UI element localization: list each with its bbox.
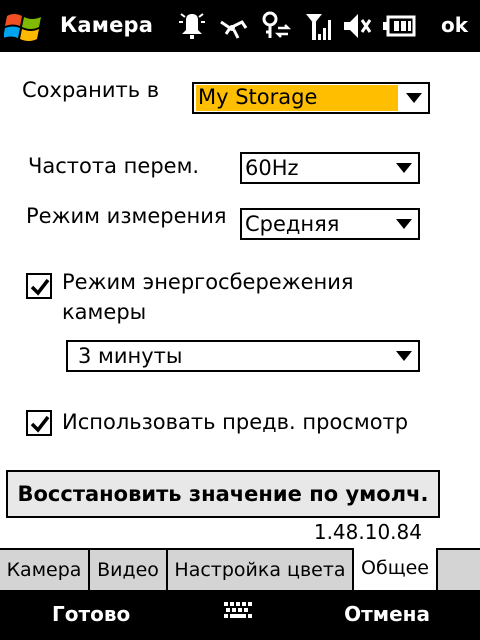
app-title: Камера — [60, 13, 154, 37]
preview-checkbox[interactable] — [26, 410, 52, 436]
chevron-down-icon — [396, 351, 412, 361]
tab-color-settings[interactable]: Настройка цвета — [168, 550, 354, 590]
power-save-label-line1: Режим энергосбережения — [62, 270, 354, 294]
power-save-timeout-value: 3 минуты — [78, 344, 183, 368]
flicker-label: Частота перем. — [28, 154, 200, 178]
title-bar: Камера ok — [0, 0, 480, 52]
ok-button[interactable]: ok — [441, 13, 468, 37]
preview-label: Использовать предв. просмотр — [62, 410, 409, 434]
chevron-down-icon — [396, 219, 412, 229]
save-to-value: My Storage — [196, 85, 398, 111]
power-save-timeout-dropdown[interactable]: 3 минуты — [66, 340, 420, 372]
checkmark-icon — [30, 278, 50, 296]
tab-video[interactable]: Видео — [90, 550, 168, 590]
battery-icon[interactable] — [382, 8, 418, 44]
sync-icon[interactable] — [260, 8, 292, 44]
metering-value: Средняя — [245, 212, 340, 236]
softkey-bar: Готово Отмена — [0, 590, 480, 640]
power-save-label-line2: камеры — [62, 300, 147, 324]
chevron-down-icon — [406, 93, 422, 103]
volume-icon[interactable] — [342, 8, 372, 44]
flicker-value: 60Hz — [245, 156, 299, 180]
notification-icon[interactable] — [178, 8, 206, 44]
chevron-down-icon — [396, 163, 412, 173]
metering-label: Режим измерения — [26, 204, 227, 228]
checkmark-icon — [30, 415, 50, 433]
signal-icon[interactable] — [304, 8, 334, 44]
reset-defaults-button[interactable]: Восстановить значение по умолч. — [6, 470, 440, 518]
cancel-button[interactable]: Отмена — [344, 602, 430, 626]
save-to-label: Сохранить в — [22, 78, 160, 102]
version-text: 1.48.10.84 — [313, 520, 422, 544]
tab-bar: Камера Видео Настройка цвета Общее — [0, 548, 480, 592]
flicker-dropdown[interactable]: 60Hz — [240, 152, 420, 184]
tab-general[interactable]: Общее — [352, 548, 438, 592]
metering-dropdown[interactable]: Средняя — [240, 208, 420, 240]
save-to-dropdown[interactable]: My Storage — [192, 82, 430, 114]
keyboard-icon[interactable] — [222, 600, 256, 624]
power-save-checkbox[interactable] — [26, 273, 52, 299]
connectivity-icon[interactable] — [218, 8, 248, 44]
windows-logo-icon[interactable] — [4, 8, 44, 46]
tab-camera[interactable]: Камера — [0, 550, 90, 590]
done-button[interactable]: Готово — [52, 602, 130, 626]
